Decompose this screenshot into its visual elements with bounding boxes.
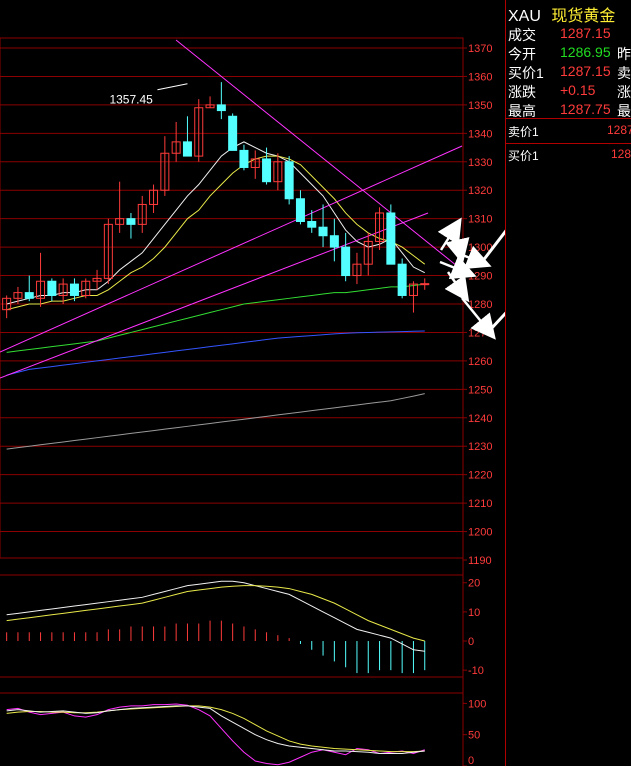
tick-label: 1350 — [468, 100, 492, 112]
tick-label: 1360 — [468, 71, 492, 83]
tick-label: 1240 — [468, 413, 492, 425]
tick-label: 1320 — [468, 185, 492, 197]
candle-body — [24, 292, 34, 299]
ask-label: 卖价1 — [508, 125, 539, 139]
annotations: 1357.45 — [109, 83, 188, 107]
quote-extra-label: 昨结 — [617, 46, 631, 62]
tick-label: 1220 — [468, 470, 492, 482]
ma-line — [6, 393, 425, 450]
arrow-5 — [439, 255, 477, 279]
candle-body — [295, 198, 305, 223]
candle-body — [284, 161, 294, 200]
arrow-6 — [444, 271, 470, 303]
moving-averages — [6, 141, 426, 450]
ma-line — [6, 141, 425, 305]
tick-label: 1310 — [468, 214, 492, 226]
quote-extra-label: 卖价 — [617, 65, 631, 81]
candle-body — [228, 115, 238, 151]
tick-label: 1250 — [468, 384, 492, 396]
candle-body — [182, 141, 192, 157]
tick-label: 20 — [468, 578, 480, 590]
tick-label: 10 — [468, 607, 480, 619]
candle-body — [386, 212, 396, 265]
tick-label: 1190 — [468, 555, 492, 567]
tick-label: 1260 — [468, 356, 492, 368]
quote-label: 今开 — [508, 46, 536, 62]
quote-extra-label: 涨幅 — [617, 84, 631, 100]
tick-label: 1230 — [468, 441, 492, 453]
price-axis: 1370136013501340133013201310130012901280… — [462, 38, 492, 766]
bid-book-row: 买价1 1287 — [506, 143, 631, 167]
tick-label: 1330 — [468, 157, 492, 169]
candle-body — [329, 235, 339, 248]
candle-body — [318, 226, 328, 237]
tick-label: 1200 — [468, 527, 492, 539]
candle-body — [262, 158, 272, 183]
candle-body — [239, 149, 249, 168]
ma-line — [6, 155, 426, 311]
tick-label: 0 — [468, 636, 474, 648]
candle-body — [307, 221, 317, 228]
macd-dea-line — [6, 585, 425, 642]
quote-value: +0.15 — [560, 82, 596, 98]
candle-body — [47, 280, 57, 296]
tick-label: 1210 — [468, 498, 492, 510]
tick-label: 1340 — [468, 128, 492, 140]
candle-body — [341, 246, 351, 277]
candle-body — [69, 283, 79, 296]
quote-panel: XAU 现货黄金 成交 1287.15 今开 1286.95 昨结买价1 1287.15 卖… — [505, 0, 631, 766]
quote-label: 买价1 — [508, 65, 544, 81]
tick-label: 1370 — [468, 43, 492, 55]
macd-panel: 20 10 0 -10 — [0, 574, 484, 678]
candle-body — [126, 218, 136, 225]
bid-value: 1287 — [611, 147, 631, 161]
annotation-leader — [157, 83, 188, 91]
quote-value: 1287.15 — [560, 63, 611, 79]
osc-j-line — [6, 703, 425, 766]
ask-value: 1287 — [607, 123, 631, 137]
tick-label: 1290 — [468, 271, 492, 283]
bid-label: 买价1 — [508, 149, 539, 163]
quote-label: 涨跌 — [508, 84, 536, 100]
oscillator-panel: 100 50 0 — [0, 692, 486, 766]
tick-label: 100 — [468, 698, 486, 710]
quote-value: 1287.15 — [560, 25, 611, 41]
tick-label: -10 — [468, 665, 484, 677]
candle-body — [216, 104, 226, 112]
quote-value: 1287.75 — [560, 101, 611, 117]
tick-label: 0 — [468, 755, 474, 766]
quote-label: 成交 — [508, 27, 536, 43]
ask-book-row: 卖价1 1287 — [506, 118, 631, 144]
candles — [2, 82, 430, 319]
osc-k-line — [6, 705, 425, 754]
price-chart: 1370136013501340133013201310130012901280… — [0, 37, 505, 766]
tick-label: 50 — [468, 730, 480, 742]
quote-value: 1286.95 — [560, 44, 611, 60]
arrow-2 — [445, 229, 470, 265]
trend-lines — [0, 39, 463, 379]
instrument-name: 现货黄金 — [551, 8, 616, 25]
macd-dif-line — [6, 580, 425, 652]
candle-body — [397, 263, 407, 296]
high-annotation: 1357.45 — [109, 93, 153, 107]
candle-body — [420, 283, 430, 286]
quote-header: XAU 现货黄金 — [508, 2, 615, 26]
symbol-label: XAU — [508, 8, 541, 25]
ma-line — [6, 330, 425, 376]
